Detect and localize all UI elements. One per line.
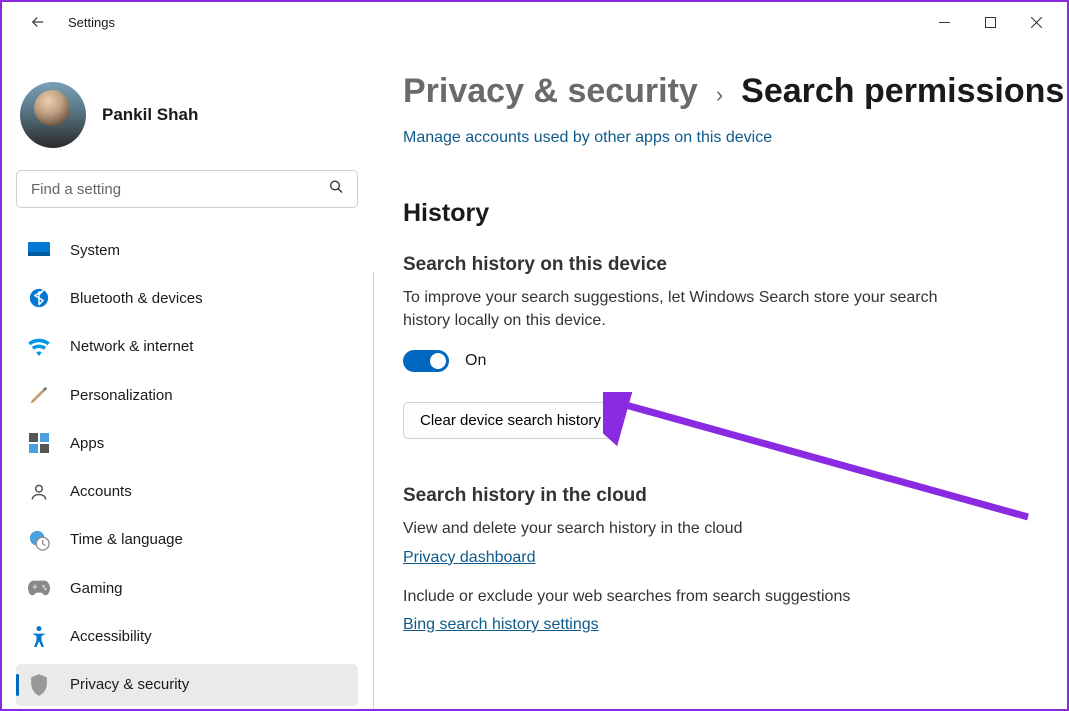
page-title: Search permissions xyxy=(741,72,1064,111)
sidebar-item-label: Accessibility xyxy=(70,628,152,645)
history-heading: History xyxy=(403,199,1027,228)
sidebar-item-label: Accounts xyxy=(70,483,132,500)
sidebar-item-accounts[interactable]: Accounts xyxy=(16,470,358,512)
chevron-right-icon: › xyxy=(716,82,723,108)
privacy-dashboard-link[interactable]: Privacy dashboard xyxy=(403,549,536,566)
cloud-history-title: Search history in the cloud xyxy=(403,485,1027,507)
person-icon xyxy=(28,481,50,503)
device-history-section: Search history on this device To improve… xyxy=(403,254,1027,479)
clock-globe-icon xyxy=(28,529,50,551)
paintbrush-icon xyxy=(28,384,50,406)
toggle-state-label: On xyxy=(465,352,486,370)
content: Privacy & security › Search permissions … xyxy=(372,42,1067,709)
sidebar-item-bluetooth[interactable]: Bluetooth & devices xyxy=(16,277,358,319)
shield-icon xyxy=(28,674,50,696)
close-icon xyxy=(1031,17,1042,28)
sidebar-item-network[interactable]: Network & internet xyxy=(16,326,358,368)
clear-history-button[interactable]: Clear device search history xyxy=(403,402,618,439)
sidebar-item-label: System xyxy=(70,242,120,259)
sidebar-item-time[interactable]: Time & language xyxy=(16,519,358,561)
cloud-history-desc2: Include or exclude your web searches fro… xyxy=(403,585,963,608)
sidebar-item-label: Privacy & security xyxy=(70,676,189,693)
breadcrumb-parent[interactable]: Privacy & security xyxy=(403,72,698,111)
sidebar-item-gaming[interactable]: Gaming xyxy=(16,567,358,609)
window-title: Settings xyxy=(68,15,115,30)
sidebar-item-system[interactable]: System xyxy=(16,229,358,271)
gamepad-icon xyxy=(28,577,50,599)
sidebar-item-label: Bluetooth & devices xyxy=(70,290,203,307)
sidebar-item-label: Network & internet xyxy=(70,338,193,355)
maximize-icon xyxy=(985,17,996,28)
sidebar-item-privacy[interactable]: Privacy & security xyxy=(16,664,358,706)
close-button[interactable] xyxy=(1013,6,1059,38)
maximize-button[interactable] xyxy=(967,6,1013,38)
accessibility-icon xyxy=(28,626,50,648)
sidebar-item-accessibility[interactable]: Accessibility xyxy=(16,615,358,657)
titlebar: Settings xyxy=(2,2,1067,42)
bing-history-link[interactable]: Bing search history settings xyxy=(403,616,599,633)
search-input[interactable] xyxy=(16,170,358,208)
device-history-toggle-row: On xyxy=(403,350,1027,372)
device-history-desc: To improve your search suggestions, let … xyxy=(403,286,963,332)
breadcrumb: Privacy & security › Search permissions xyxy=(403,72,1027,111)
user-name: Pankil Shah xyxy=(102,105,198,125)
sidebar-item-label: Personalization xyxy=(70,387,173,404)
cloud-history-desc1: View and delete your search history in t… xyxy=(403,517,963,540)
minimize-button[interactable] xyxy=(921,6,967,38)
search-icon xyxy=(328,179,344,200)
sidebar-item-personalization[interactable]: Personalization xyxy=(16,374,358,416)
sidebar-item-label: Gaming xyxy=(70,580,123,597)
window-controls xyxy=(921,6,1059,38)
apps-icon xyxy=(28,432,50,454)
sidebar-item-label: Apps xyxy=(70,435,104,452)
nav: System Bluetooth & devices Network & int… xyxy=(16,226,358,709)
system-icon xyxy=(28,239,50,261)
sidebar-item-label: Time & language xyxy=(70,531,183,548)
user-profile[interactable]: Pankil Shah xyxy=(20,82,358,148)
sidebar: Pankil Shah System Bluetooth & devices N… xyxy=(2,42,372,709)
wifi-icon xyxy=(28,336,50,358)
minimize-icon xyxy=(939,17,950,28)
avatar xyxy=(20,82,86,148)
cloud-history-section: Search history in the cloud View and del… xyxy=(403,485,1027,633)
manage-accounts-link[interactable]: Manage accounts used by other apps on th… xyxy=(403,129,772,146)
arrow-left-icon xyxy=(29,13,47,31)
bluetooth-icon xyxy=(28,287,50,309)
search-field-wrap xyxy=(16,170,358,208)
device-history-title: Search history on this device xyxy=(403,254,1027,276)
device-history-toggle[interactable] xyxy=(403,350,449,372)
sidebar-item-apps[interactable]: Apps xyxy=(16,422,358,464)
back-button[interactable] xyxy=(20,4,56,40)
